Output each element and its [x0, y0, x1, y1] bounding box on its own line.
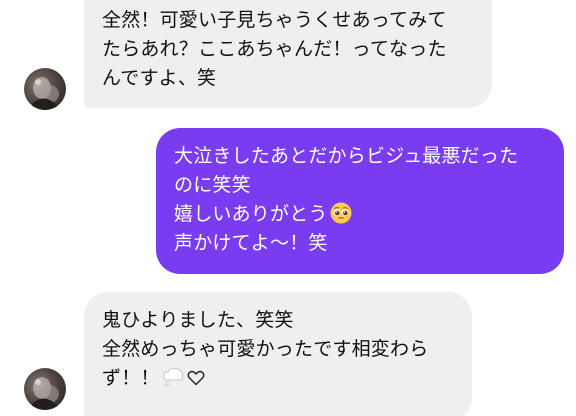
message-text-line: 大泣きしたあとだからビジュ最悪だった [174, 145, 519, 167]
sender-avatar[interactable] [24, 368, 66, 410]
message-text-line: んですよ、笑 [102, 67, 217, 89]
message-text-line: 声かけてよ〜！笑 [174, 232, 328, 254]
message-text-line: 鬼ひよりました、笑笑 [102, 309, 294, 331]
pleading-face-icon [330, 202, 352, 224]
message-text: 嬉しいありがとう [174, 203, 328, 225]
message-text-line: のに笑笑 [174, 174, 251, 196]
message-text: ず！！ [102, 367, 160, 389]
incoming-message-bubble[interactable]: 鬼ひよりました、笑笑 全然めっちゃ可愛かったです相変わら ず！！ [84, 292, 472, 416]
message-text-line: 全然！可愛い子見ちゃうくせあってみて [102, 9, 447, 31]
outgoing-message-bubble[interactable]: 大泣きしたあとだからビジュ最悪だった のに笑笑 嬉しいありがとう 声かけてよ〜！… [156, 128, 564, 274]
message-text-line: たらあれ？ここあちゃんだ！ってなった [102, 38, 447, 60]
sender-avatar[interactable] [24, 68, 66, 110]
avatar-photo-icon [32, 77, 59, 110]
incoming-message-bubble[interactable]: 全然！可愛い子見ちゃうくせあってみて たらあれ？ここあちゃんだ！ってなった んで… [84, 0, 492, 108]
chat-thread: 全然！可愛い子見ちゃうくせあってみて たらあれ？ここあちゃんだ！ってなった んで… [0, 0, 576, 416]
white-heart-icon [187, 370, 205, 386]
message-text-line: 全然めっちゃ可愛かったです相変わら [102, 338, 429, 360]
thought-bubble-icon [162, 367, 183, 387]
avatar-photo-icon [32, 377, 59, 410]
message-text-line-with-emoji: ず！！ [102, 364, 454, 393]
message-text-line-with-emoji: 嬉しいありがとう [174, 200, 546, 229]
